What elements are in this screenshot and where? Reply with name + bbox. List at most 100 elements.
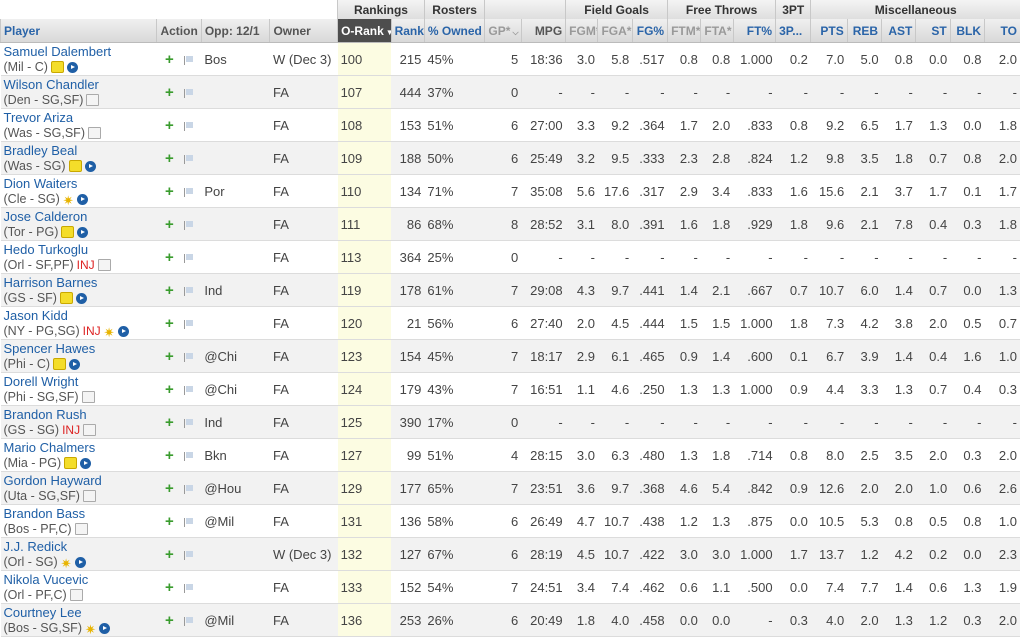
video-play-icon[interactable] (117, 326, 129, 337)
player-name-link[interactable]: Harrison Barnes (4, 275, 154, 290)
note-icon[interactable] (86, 94, 100, 106)
video-play-icon[interactable] (76, 194, 88, 205)
add-player-icon[interactable]: + (165, 51, 174, 68)
add-player-icon[interactable]: + (165, 150, 174, 167)
watch-flag-icon[interactable] (183, 88, 193, 98)
add-player-icon[interactable]: + (165, 579, 174, 596)
col-orank[interactable]: O-Rank▼ (337, 19, 392, 43)
watch-flag-icon[interactable] (183, 352, 193, 362)
note-icon[interactable] (74, 523, 88, 535)
add-player-icon[interactable]: + (165, 117, 174, 134)
new-note-icon[interactable] (53, 358, 67, 370)
video-play-icon[interactable] (77, 227, 89, 238)
player-name-link[interactable]: Gordon Hayward (4, 473, 154, 488)
player-name-link[interactable]: J.J. Redick (4, 539, 154, 554)
add-player-icon[interactable]: + (165, 414, 174, 431)
note-icon[interactable] (82, 490, 96, 502)
player-name-link[interactable]: Trevor Ariza (4, 110, 154, 125)
note-icon[interactable] (69, 589, 83, 601)
add-player-icon[interactable]: + (165, 480, 174, 497)
watch-flag-icon[interactable] (183, 253, 193, 263)
player-name-link[interactable]: Bradley Beal (4, 143, 154, 158)
add-player-icon[interactable]: + (165, 315, 174, 332)
note-icon[interactable] (83, 424, 97, 436)
player-name-link[interactable]: Brandon Rush (4, 407, 154, 422)
note-icon[interactable] (87, 127, 101, 139)
add-player-icon[interactable]: + (165, 381, 174, 398)
news-star-icon[interactable]: ✷ (104, 326, 115, 339)
add-player-icon[interactable]: + (165, 249, 174, 266)
add-player-icon[interactable]: + (165, 612, 174, 629)
col-pts[interactable]: PTS (810, 19, 848, 43)
news-star-icon[interactable]: ✷ (63, 194, 74, 207)
new-note-icon[interactable] (64, 457, 78, 469)
col-3pm[interactable]: 3P... (775, 19, 811, 43)
watch-flag-icon[interactable] (183, 550, 193, 560)
col-st[interactable]: ST (915, 19, 951, 43)
watch-flag-icon[interactable] (183, 55, 193, 65)
watch-flag-icon[interactable] (183, 484, 193, 494)
col-fta[interactable]: FTA* (700, 19, 734, 43)
watch-flag-icon[interactable] (183, 517, 193, 527)
watch-flag-icon[interactable] (183, 286, 193, 296)
video-play-icon[interactable] (69, 359, 81, 370)
col-fga[interactable]: FGA* (597, 19, 633, 43)
col-reb[interactable]: REB (846, 19, 882, 43)
col-to[interactable]: TO (984, 19, 1020, 43)
add-player-icon[interactable]: + (165, 216, 174, 233)
new-note-icon[interactable] (61, 226, 75, 238)
video-play-icon[interactable] (98, 623, 110, 634)
watch-flag-icon[interactable] (183, 121, 193, 131)
player-name-link[interactable]: Hedo Turkoglu (4, 242, 154, 257)
player-name-link[interactable]: Dorell Wright (4, 374, 154, 389)
col-fgm[interactable]: FGM* (565, 19, 598, 43)
watch-flag-icon[interactable] (183, 187, 193, 197)
player-name-link[interactable]: Jason Kidd (4, 308, 154, 323)
col-gp[interactable]: GP* ⌵ (484, 19, 522, 43)
player-name-link[interactable]: Mario Chalmers (4, 440, 154, 455)
watch-flag-icon[interactable] (183, 385, 193, 395)
add-player-icon[interactable]: + (165, 348, 174, 365)
col-opp[interactable]: Opp: 12/1 (200, 19, 270, 43)
player-name-link[interactable]: Wilson Chandler (4, 77, 154, 92)
new-note-icon[interactable] (50, 61, 64, 73)
add-player-icon[interactable]: + (165, 447, 174, 464)
watch-flag-icon[interactable] (183, 154, 193, 164)
news-star-icon[interactable]: ✷ (61, 557, 72, 570)
add-player-icon[interactable]: + (165, 183, 174, 200)
add-player-icon[interactable]: + (165, 546, 174, 563)
col-owned[interactable]: % Owned (423, 19, 485, 43)
col-ast[interactable]: AST (881, 19, 916, 43)
add-player-icon[interactable]: + (165, 513, 174, 530)
player-name-link[interactable]: Spencer Hawes (4, 341, 154, 356)
note-icon[interactable] (97, 259, 111, 271)
video-play-icon[interactable] (74, 557, 86, 568)
watch-flag-icon[interactable] (183, 451, 193, 461)
watch-flag-icon[interactable] (183, 418, 193, 428)
col-ftm[interactable]: FTM* (667, 19, 701, 43)
player-name-link[interactable]: Jose Calderon (4, 209, 154, 224)
watch-flag-icon[interactable] (183, 616, 193, 626)
player-name-link[interactable]: Brandon Bass (4, 506, 154, 521)
note-icon[interactable] (81, 391, 95, 403)
player-name-link[interactable]: Dion Waiters (4, 176, 154, 191)
news-star-icon[interactable]: ✷ (85, 623, 96, 636)
col-blk[interactable]: BLK (949, 19, 985, 43)
col-player[interactable]: Player (0, 19, 157, 43)
video-play-icon[interactable] (75, 293, 87, 304)
video-play-icon[interactable] (66, 62, 78, 73)
video-play-icon[interactable] (80, 458, 92, 469)
video-play-icon[interactable] (84, 161, 96, 172)
watch-flag-icon[interactable] (183, 583, 193, 593)
player-name-link[interactable]: Samuel Dalembert (4, 44, 154, 59)
col-mpg[interactable]: MPG (520, 19, 566, 43)
col-rank[interactable]: Rank (390, 19, 425, 43)
col-owner[interactable]: Owner (269, 19, 338, 43)
watch-flag-icon[interactable] (183, 319, 193, 329)
watch-flag-icon[interactable] (183, 220, 193, 230)
new-note-icon[interactable] (68, 160, 82, 172)
col-ftp[interactable]: FT% (732, 19, 776, 43)
new-note-icon[interactable] (59, 292, 73, 304)
add-player-icon[interactable]: + (165, 84, 174, 101)
col-fgp[interactable]: FG% (631, 19, 668, 43)
